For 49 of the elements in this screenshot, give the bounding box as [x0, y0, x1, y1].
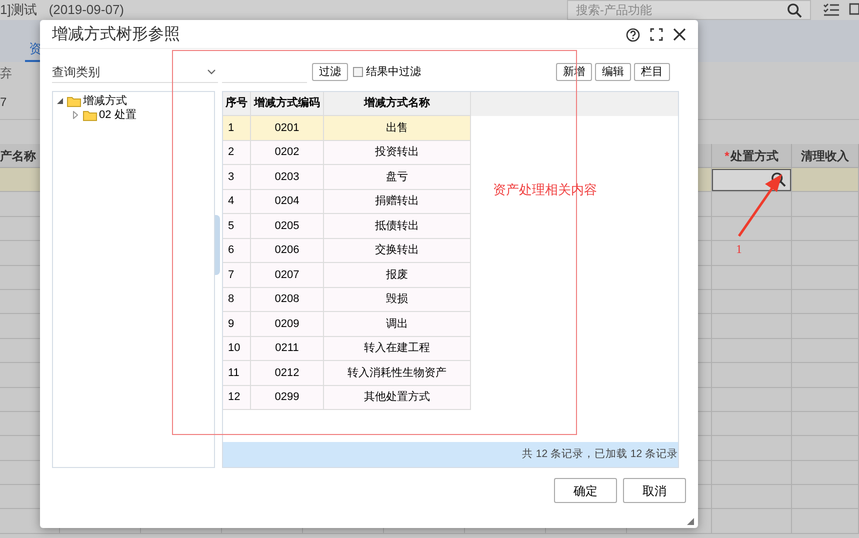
toolbar-button[interactable]: 弃: [0, 64, 12, 82]
table-row[interactable]: 5 0205 抵债转出: [223, 214, 471, 238]
table-row[interactable]: 3 0203 盘亏: [223, 165, 471, 190]
table-cell: 其他处置方式: [324, 386, 471, 410]
fullscreen-icon[interactable]: [650, 28, 663, 41]
annotation-number: 1: [736, 241, 742, 258]
annotation-arrow: [738, 174, 782, 237]
table-row[interactable]: 4 0204 捐赠转出: [223, 190, 471, 214]
table-row[interactable]: 12 0299 其他处置方式: [223, 386, 471, 410]
table-cell: 0299: [251, 386, 324, 410]
column-header: 产名称: [0, 148, 36, 164]
splitter-handle[interactable]: [215, 215, 220, 275]
table-row[interactable]: 9 0209 调出: [223, 312, 471, 336]
table-row[interactable]: 7 0207 报废: [223, 263, 471, 288]
table-row[interactable]: 8 0208 毁损: [223, 288, 471, 312]
filter-button[interactable]: 过滤: [312, 63, 348, 81]
table-row[interactable]: 6 0206 交换转出: [223, 238, 471, 263]
help-icon[interactable]: [626, 28, 640, 42]
folder-icon: [67, 96, 81, 106]
record-count: 共 12 条记录，已加载 12 条记录: [522, 446, 678, 462]
input-field[interactable]: [712, 168, 791, 191]
category-select[interactable]: 查询类别: [52, 61, 218, 83]
search-icon[interactable]: [771, 172, 786, 188]
dialog-title: 增减方式树形参照: [52, 24, 180, 44]
tree-item[interactable]: 增减方式: [83, 92, 127, 110]
folder-icon: [83, 110, 97, 120]
resize-grip-icon[interactable]: [687, 518, 694, 525]
column-header: 处置方式: [730, 148, 778, 164]
table-row[interactable]: 1 0201 出售: [223, 116, 471, 140]
field-value: 7: [0, 94, 7, 110]
column-header: 清理收入: [801, 148, 849, 164]
dialog-button[interactable]: 取消: [623, 478, 686, 503]
table-cell: 12: [223, 386, 251, 410]
table-row[interactable]: 2 0202 投资转出: [223, 140, 471, 165]
tree-item[interactable]: 02 处置: [99, 106, 136, 124]
table-row[interactable]: 11 0212 转入消耗性生物资产: [223, 361, 471, 386]
chevron-icon: [207, 68, 216, 74]
dialog-button[interactable]: 确定: [554, 478, 617, 503]
toolbar-button[interactable]: 编辑: [595, 63, 631, 81]
checkbox[interactable]: [353, 66, 363, 77]
checkbox-label: 结果中过滤: [366, 64, 421, 80]
close-icon[interactable]: [673, 28, 686, 41]
date-text: (2019-09-07): [48, 1, 124, 20]
toolbar-button[interactable]: 栏目: [634, 63, 670, 81]
search-icon[interactable]: [787, 2, 802, 18]
table-row[interactable]: 10 0211 转入在建工程: [223, 336, 471, 361]
window-title: 1]测试: [0, 1, 37, 20]
checklist-icon[interactable]: [823, 3, 839, 17]
required-mark: *: [724, 148, 730, 164]
